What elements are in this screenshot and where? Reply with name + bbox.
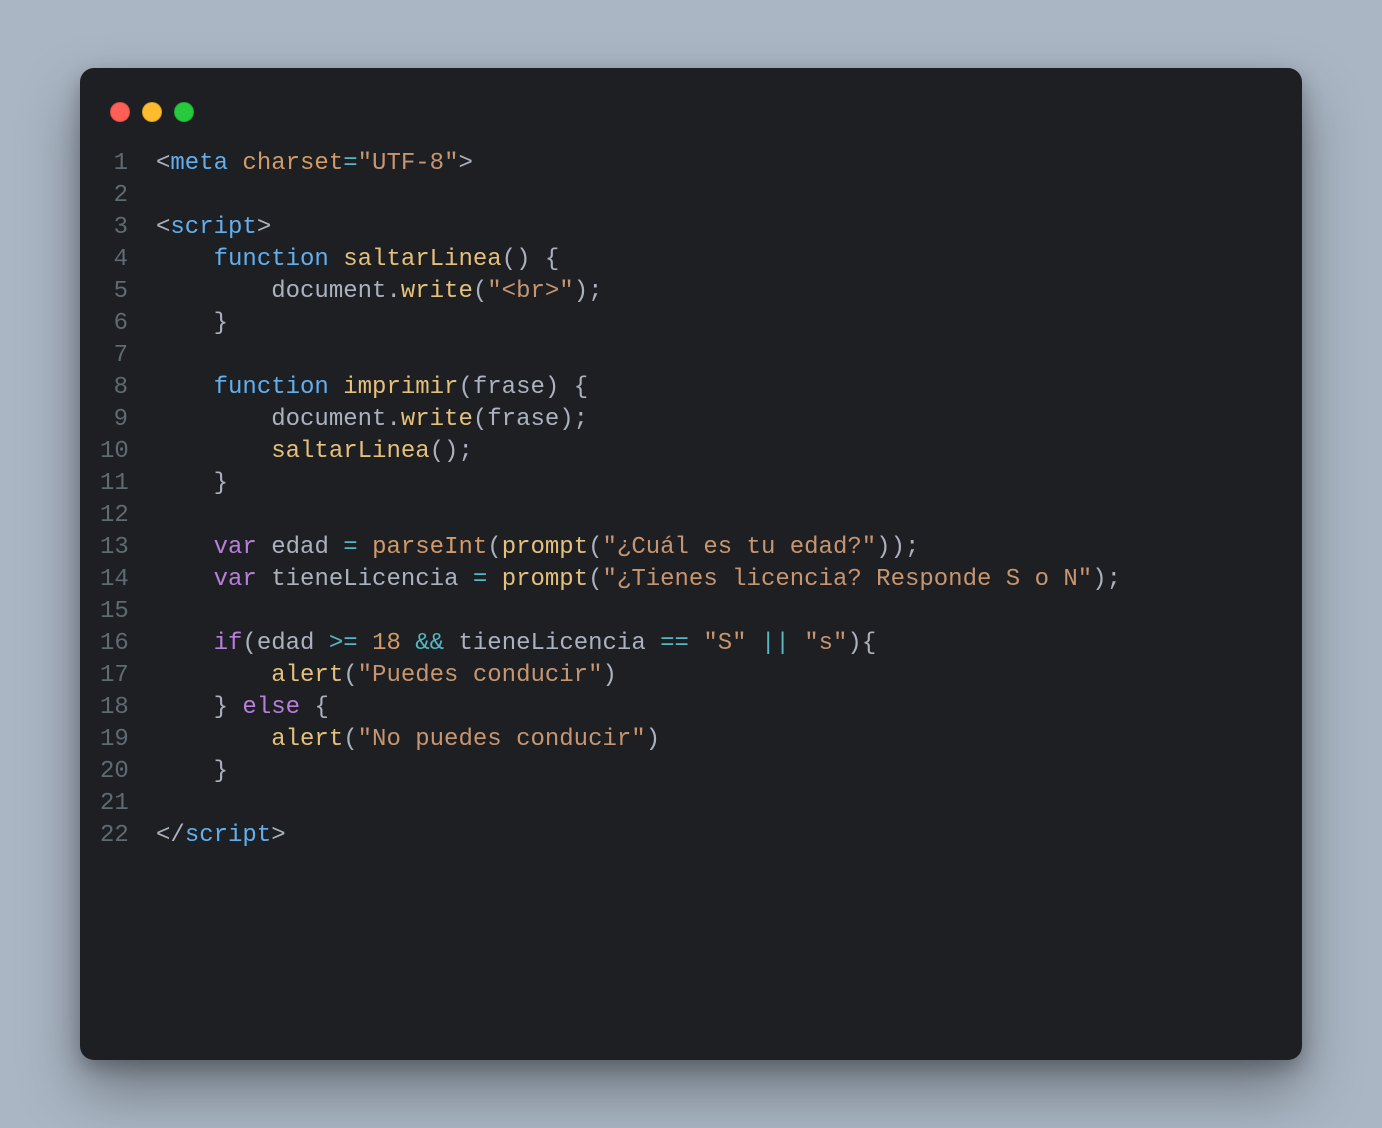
code-line[interactable]: 20 } [100,756,1266,788]
line-number: 7 [100,340,156,372]
line-content[interactable]: var tieneLicencia = prompt("¿Tienes lice… [156,564,1266,596]
line-number: 4 [100,244,156,276]
code-editor-window: 1<meta charset="UTF-8">23<script>4 funct… [80,68,1302,1060]
line-number: 8 [100,372,156,404]
line-number: 21 [100,788,156,820]
line-content[interactable] [156,596,1266,628]
line-number: 22 [100,820,156,852]
line-number: 12 [100,500,156,532]
line-content[interactable]: function imprimir(frase) { [156,372,1266,404]
window-traffic-lights [80,96,1302,148]
line-number: 13 [100,532,156,564]
line-number: 11 [100,468,156,500]
code-line[interactable]: 11 } [100,468,1266,500]
code-line[interactable]: 22</script> [100,820,1266,852]
line-content[interactable]: } [156,308,1266,340]
code-line[interactable]: 15 [100,596,1266,628]
line-content[interactable] [156,340,1266,372]
line-content[interactable]: alert("Puedes conducir") [156,660,1266,692]
line-content[interactable]: document.write("<br>"); [156,276,1266,308]
line-content[interactable]: <script> [156,212,1266,244]
code-line[interactable]: 21 [100,788,1266,820]
line-number: 2 [100,180,156,212]
line-number: 6 [100,308,156,340]
code-line[interactable]: 13 var edad = parseInt(prompt("¿Cuál es … [100,532,1266,564]
line-content[interactable]: alert("No puedes conducir") [156,724,1266,756]
line-number: 3 [100,212,156,244]
line-content[interactable]: saltarLinea(); [156,436,1266,468]
line-content[interactable]: </script> [156,820,1266,852]
minimize-icon[interactable] [142,102,162,122]
code-line[interactable]: 5 document.write("<br>"); [100,276,1266,308]
line-number: 9 [100,404,156,436]
code-line[interactable]: 4 function saltarLinea() { [100,244,1266,276]
code-line[interactable]: 19 alert("No puedes conducir") [100,724,1266,756]
line-content[interactable] [156,788,1266,820]
line-content[interactable]: var edad = parseInt(prompt("¿Cuál es tu … [156,532,1266,564]
code-line[interactable]: 14 var tieneLicencia = prompt("¿Tienes l… [100,564,1266,596]
line-number: 5 [100,276,156,308]
line-content[interactable]: <meta charset="UTF-8"> [156,148,1266,180]
line-number: 10 [100,436,156,468]
line-content[interactable]: } [156,756,1266,788]
line-number: 15 [100,596,156,628]
code-line[interactable]: 10 saltarLinea(); [100,436,1266,468]
line-content[interactable]: function saltarLinea() { [156,244,1266,276]
line-number: 19 [100,724,156,756]
code-line[interactable]: 12 [100,500,1266,532]
line-number: 1 [100,148,156,180]
code-block[interactable]: 1<meta charset="UTF-8">23<script>4 funct… [80,148,1302,852]
code-line[interactable]: 17 alert("Puedes conducir") [100,660,1266,692]
line-number: 14 [100,564,156,596]
line-number: 17 [100,660,156,692]
line-content[interactable] [156,180,1266,212]
code-line[interactable]: 8 function imprimir(frase) { [100,372,1266,404]
zoom-icon[interactable] [174,102,194,122]
code-line[interactable]: 1<meta charset="UTF-8"> [100,148,1266,180]
line-number: 20 [100,756,156,788]
line-content[interactable]: if(edad >= 18 && tieneLicencia == "S" ||… [156,628,1266,660]
line-content[interactable]: } [156,468,1266,500]
line-number: 16 [100,628,156,660]
close-icon[interactable] [110,102,130,122]
code-line[interactable]: 18 } else { [100,692,1266,724]
code-line[interactable]: 2 [100,180,1266,212]
code-line[interactable]: 16 if(edad >= 18 && tieneLicencia == "S"… [100,628,1266,660]
code-line[interactable]: 3<script> [100,212,1266,244]
code-line[interactable]: 9 document.write(frase); [100,404,1266,436]
line-number: 18 [100,692,156,724]
line-content[interactable]: document.write(frase); [156,404,1266,436]
code-line[interactable]: 6 } [100,308,1266,340]
line-content[interactable] [156,500,1266,532]
code-line[interactable]: 7 [100,340,1266,372]
line-content[interactable]: } else { [156,692,1266,724]
